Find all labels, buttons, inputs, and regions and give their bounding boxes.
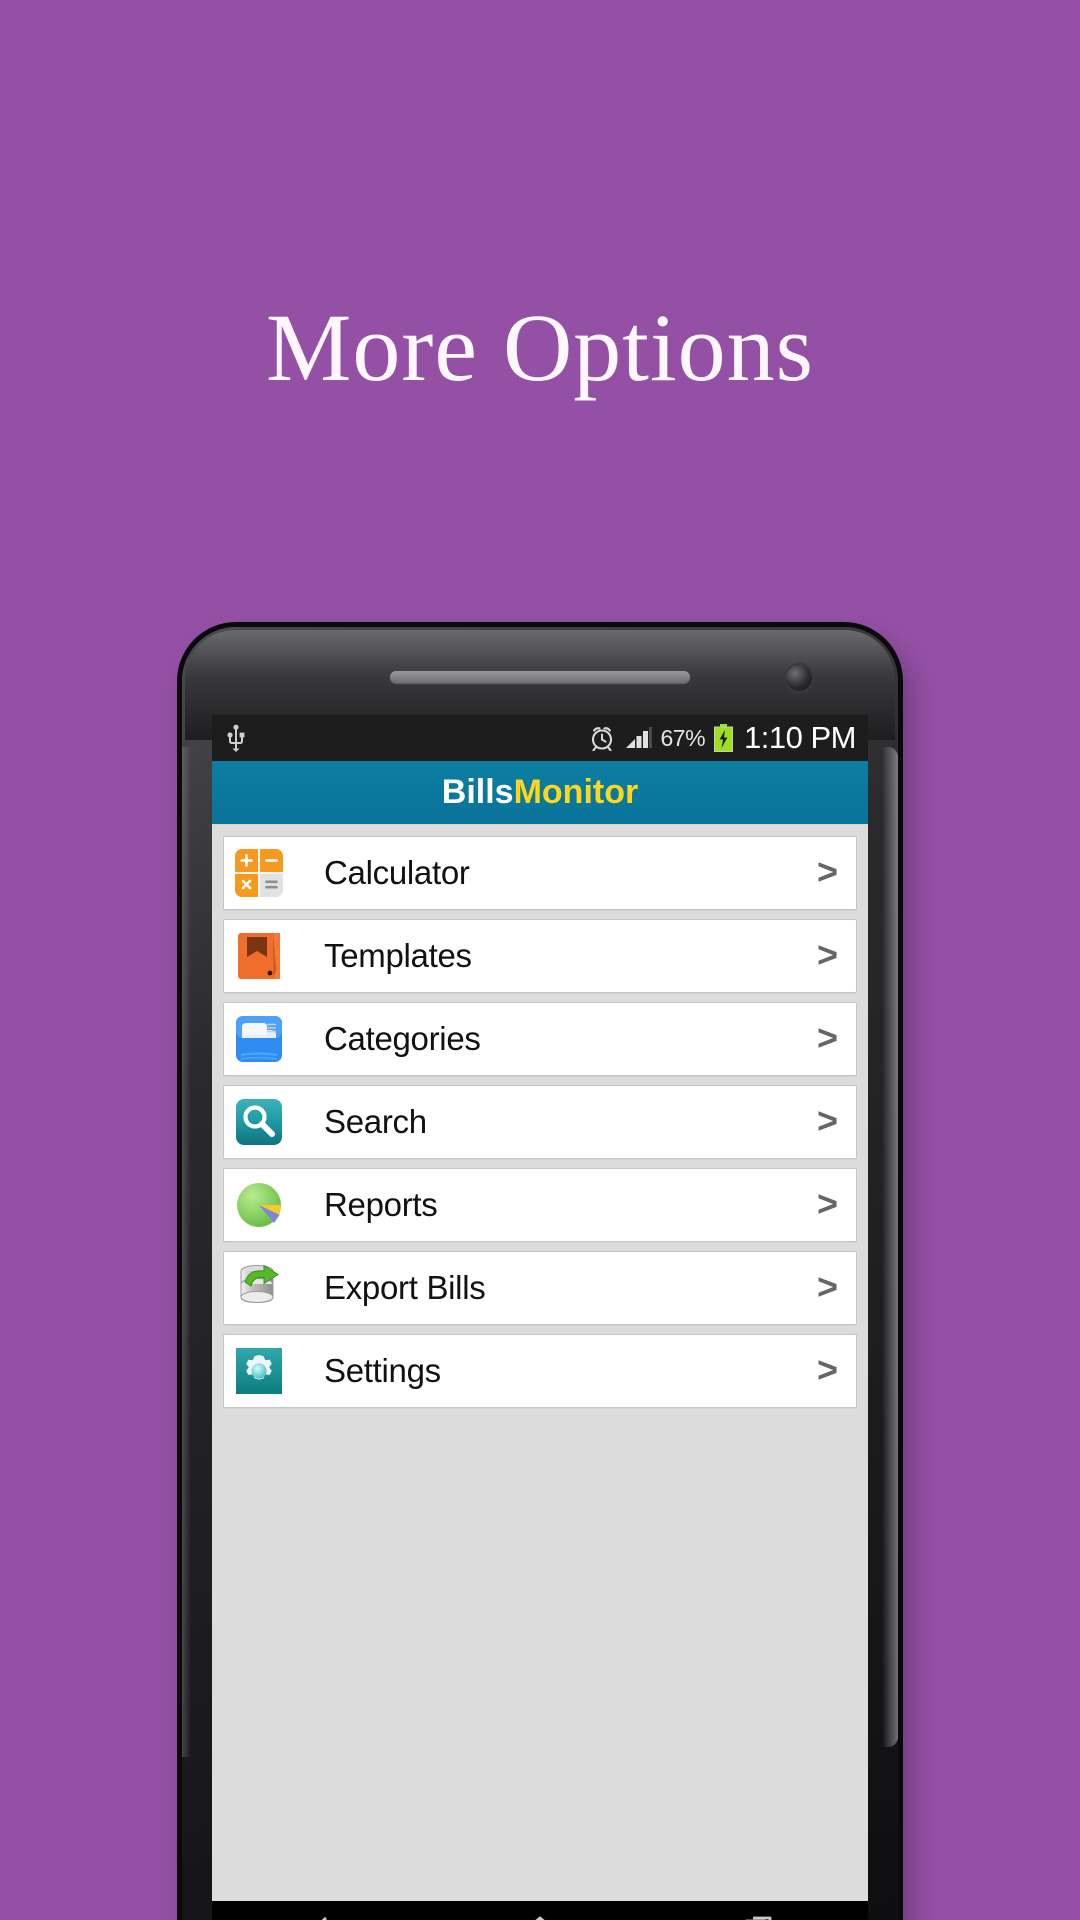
app-title-monitor: Monitor [513,773,639,811]
app-header: BillsMonitor [212,761,868,825]
signal-bars-icon [624,726,652,750]
usb-icon [226,724,246,752]
device-right-edge [882,747,898,1747]
export-database-icon [232,1261,286,1315]
list-item-settings[interactable]: Settings > [223,1334,857,1408]
battery-charging-icon [714,724,734,752]
list-item-categories[interactable]: Categories > [223,1002,857,1076]
list-item-calculator[interactable]: Calculator > [223,836,857,910]
status-bar-left [226,724,589,752]
list-item-label: Export Bills [324,1269,486,1306]
categories-folder-icon [232,1012,286,1066]
phone-device-frame: 67% 1:10 PM BillsMonitor Calculator > Te… [182,627,898,1920]
list-item-label: Search [324,1103,427,1140]
phone-screen: 67% 1:10 PM BillsMonitor Calculator > Te… [212,715,868,1901]
chevron-right-icon: > [816,1099,838,1141]
device-left-edge [182,747,191,1757]
chevron-right-icon: > [816,933,838,975]
list-item-label: Settings [324,1352,441,1389]
calculator-icon [232,846,286,900]
chevron-right-icon: > [816,850,838,892]
app-title: BillsMonitor [442,773,638,812]
reports-piechart-icon [232,1178,286,1232]
home-nav-icon[interactable] [524,1914,556,1920]
list-item-label: Templates [324,937,472,974]
list-item-templates[interactable]: Templates > [223,919,857,993]
back-icon[interactable] [306,1914,336,1920]
templates-notebook-icon [232,929,286,983]
chevron-right-icon: > [816,1348,838,1390]
options-list: Calculator > Templates > Categories > Se… [212,825,868,1901]
list-item-label: Reports [324,1186,438,1223]
front-camera [786,665,812,691]
settings-gear-icon [232,1344,286,1398]
list-item-reports[interactable]: Reports > [223,1168,857,1242]
battery-percent-label: 67% [660,724,706,751]
list-item-export-bills[interactable]: Export Bills > [223,1251,857,1325]
list-item-label: Calculator [324,854,470,891]
status-bar-right: 67% 1:10 PM [589,720,856,756]
app-title-bills: Bills [441,773,514,811]
status-bar-clock: 1:10 PM [744,720,856,755]
status-bar: 67% 1:10 PM [212,715,868,761]
list-item-search[interactable]: Search > [223,1085,857,1159]
recents-icon[interactable] [744,1914,774,1920]
promo-headline: More Options [266,294,814,401]
alarm-clock-icon [589,725,615,751]
chevron-right-icon: > [816,1265,838,1307]
chevron-right-icon: > [816,1016,838,1058]
list-item-label: Categories [324,1020,481,1057]
android-navigation-bar [212,1901,868,1920]
earpiece-speaker [390,671,690,683]
search-magnifier-icon [232,1095,286,1149]
chevron-right-icon: > [816,1182,838,1224]
